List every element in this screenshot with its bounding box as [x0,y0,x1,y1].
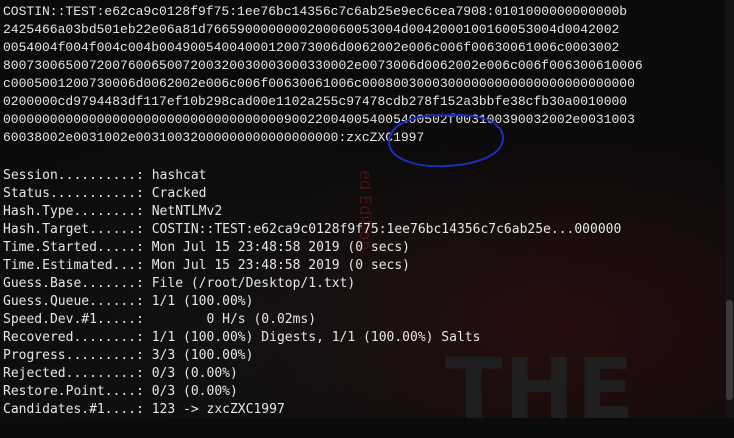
status-value: 1/1 (100.00%) [151,294,254,309]
status-value: 0/3 (0.00%) [151,384,238,399]
status-label: Speed.Dev.#1.....: [3,312,144,327]
status-label: Hash.Type........: [3,204,144,219]
status-label: Progress.........: [3,348,144,363]
status-label: Candidates.#1....: [3,402,144,417]
hash-line: 2425466a03bd501eb22e06a81d76659000000002… [3,22,620,37]
status-value: 123 -> zxcZXC1997 [151,402,285,417]
scrollbar-thumb[interactable] [726,300,733,400]
status-label: Rejected.........: [3,366,144,381]
terminal-window[interactable]: ed Edition THE COSTIN::TEST:e62ca9c0128f… [0,0,734,438]
hash-line: c0005001200730006d0062002e006c006f006300… [3,76,635,91]
status-row: Guess.Base.......: File (/root/Desktop/1… [3,275,621,293]
hash-line: 0054004f004f004c004b00490054004000120073… [3,40,620,55]
status-value: Mon Jul 15 23:48:58 2019 (0 secs) [151,258,410,273]
status-row: Restore.Point....: 0/3 (0.00%) [3,383,621,401]
status-label: Restore.Point....: [3,384,144,399]
hash-line: COSTIN::TEST:e62ca9c0128f9f75:1ee76bc143… [3,4,628,19]
status-label: Guess.Base.......: [3,276,144,291]
status-row: Progress.........: 3/3 (100.00%) [3,347,621,365]
hash-line: 0000000000000000000000000000000000009002… [3,112,635,127]
status-value: hashcat [151,168,207,183]
status-label: Guess.Queue......: [3,294,144,309]
status-row: Hash.Target......: COSTIN::TEST:e62ca9c0… [3,221,621,239]
status-row: Candidates.#1....: 123 -> zxcZXC1997 [3,401,621,419]
hash-line: 8007300650072007600650072003200300030003… [3,58,643,73]
hash-line: 60038002e0031002e00310032000000000000000… [3,130,425,145]
status-label: Hash.Target......: [3,222,144,237]
status-label: Session..........: [3,168,144,183]
status-value: NetNTLMv2 [151,204,223,219]
status-value: Cracked [151,186,207,201]
status-value: File (/root/Desktop/1.txt) [151,276,356,291]
status-row: Speed.Dev.#1.....: 0 H/s (0.02ms) [3,311,621,329]
status-label: Recovered........: [3,330,144,345]
vertical-scrollbar[interactable] [725,0,734,418]
hash-line: 0200000cd9794483df117ef10b298cad00e1102a… [3,94,628,109]
status-row: Guess.Queue......: 1/1 (100.00%) [3,293,621,311]
status-value: 1/1 (100.00%) Digests, 1/1 (100.00%) Sal… [151,330,481,345]
status-value: COSTIN::TEST:e62ca9c0128f9f75:1ee76bc143… [151,222,622,237]
session-status-panel: Session..........: hashcat Status.......… [3,167,621,419]
status-value: 0/3 (0.00%) [151,366,238,381]
status-label: Time.Estimated...: [3,258,144,273]
status-label: Status...........: [3,186,144,201]
status-row: Session..........: hashcat [3,167,621,185]
status-row: Rejected.........: 0/3 (0.00%) [3,365,621,383]
status-row: Time.Started.....: Mon Jul 15 23:48:58 2… [3,239,621,257]
status-row: Time.Estimated...: Mon Jul 15 23:48:58 2… [3,257,621,275]
status-value: Mon Jul 15 23:48:58 2019 (0 secs) [151,240,410,255]
status-value: 3/3 (100.00%) [151,348,254,363]
status-row: Recovered........: 1/1 (100.00%) Digests… [3,329,621,347]
status-row: Hash.Type........: NetNTLMv2 [3,203,621,221]
status-value: 0 H/s (0.02ms) [151,312,317,327]
cracked-hash-output: COSTIN::TEST:e62ca9c0128f9f75:1ee76bc143… [3,3,725,147]
status-row: Status...........: Cracked [3,185,621,203]
status-label: Time.Started.....: [3,240,144,255]
